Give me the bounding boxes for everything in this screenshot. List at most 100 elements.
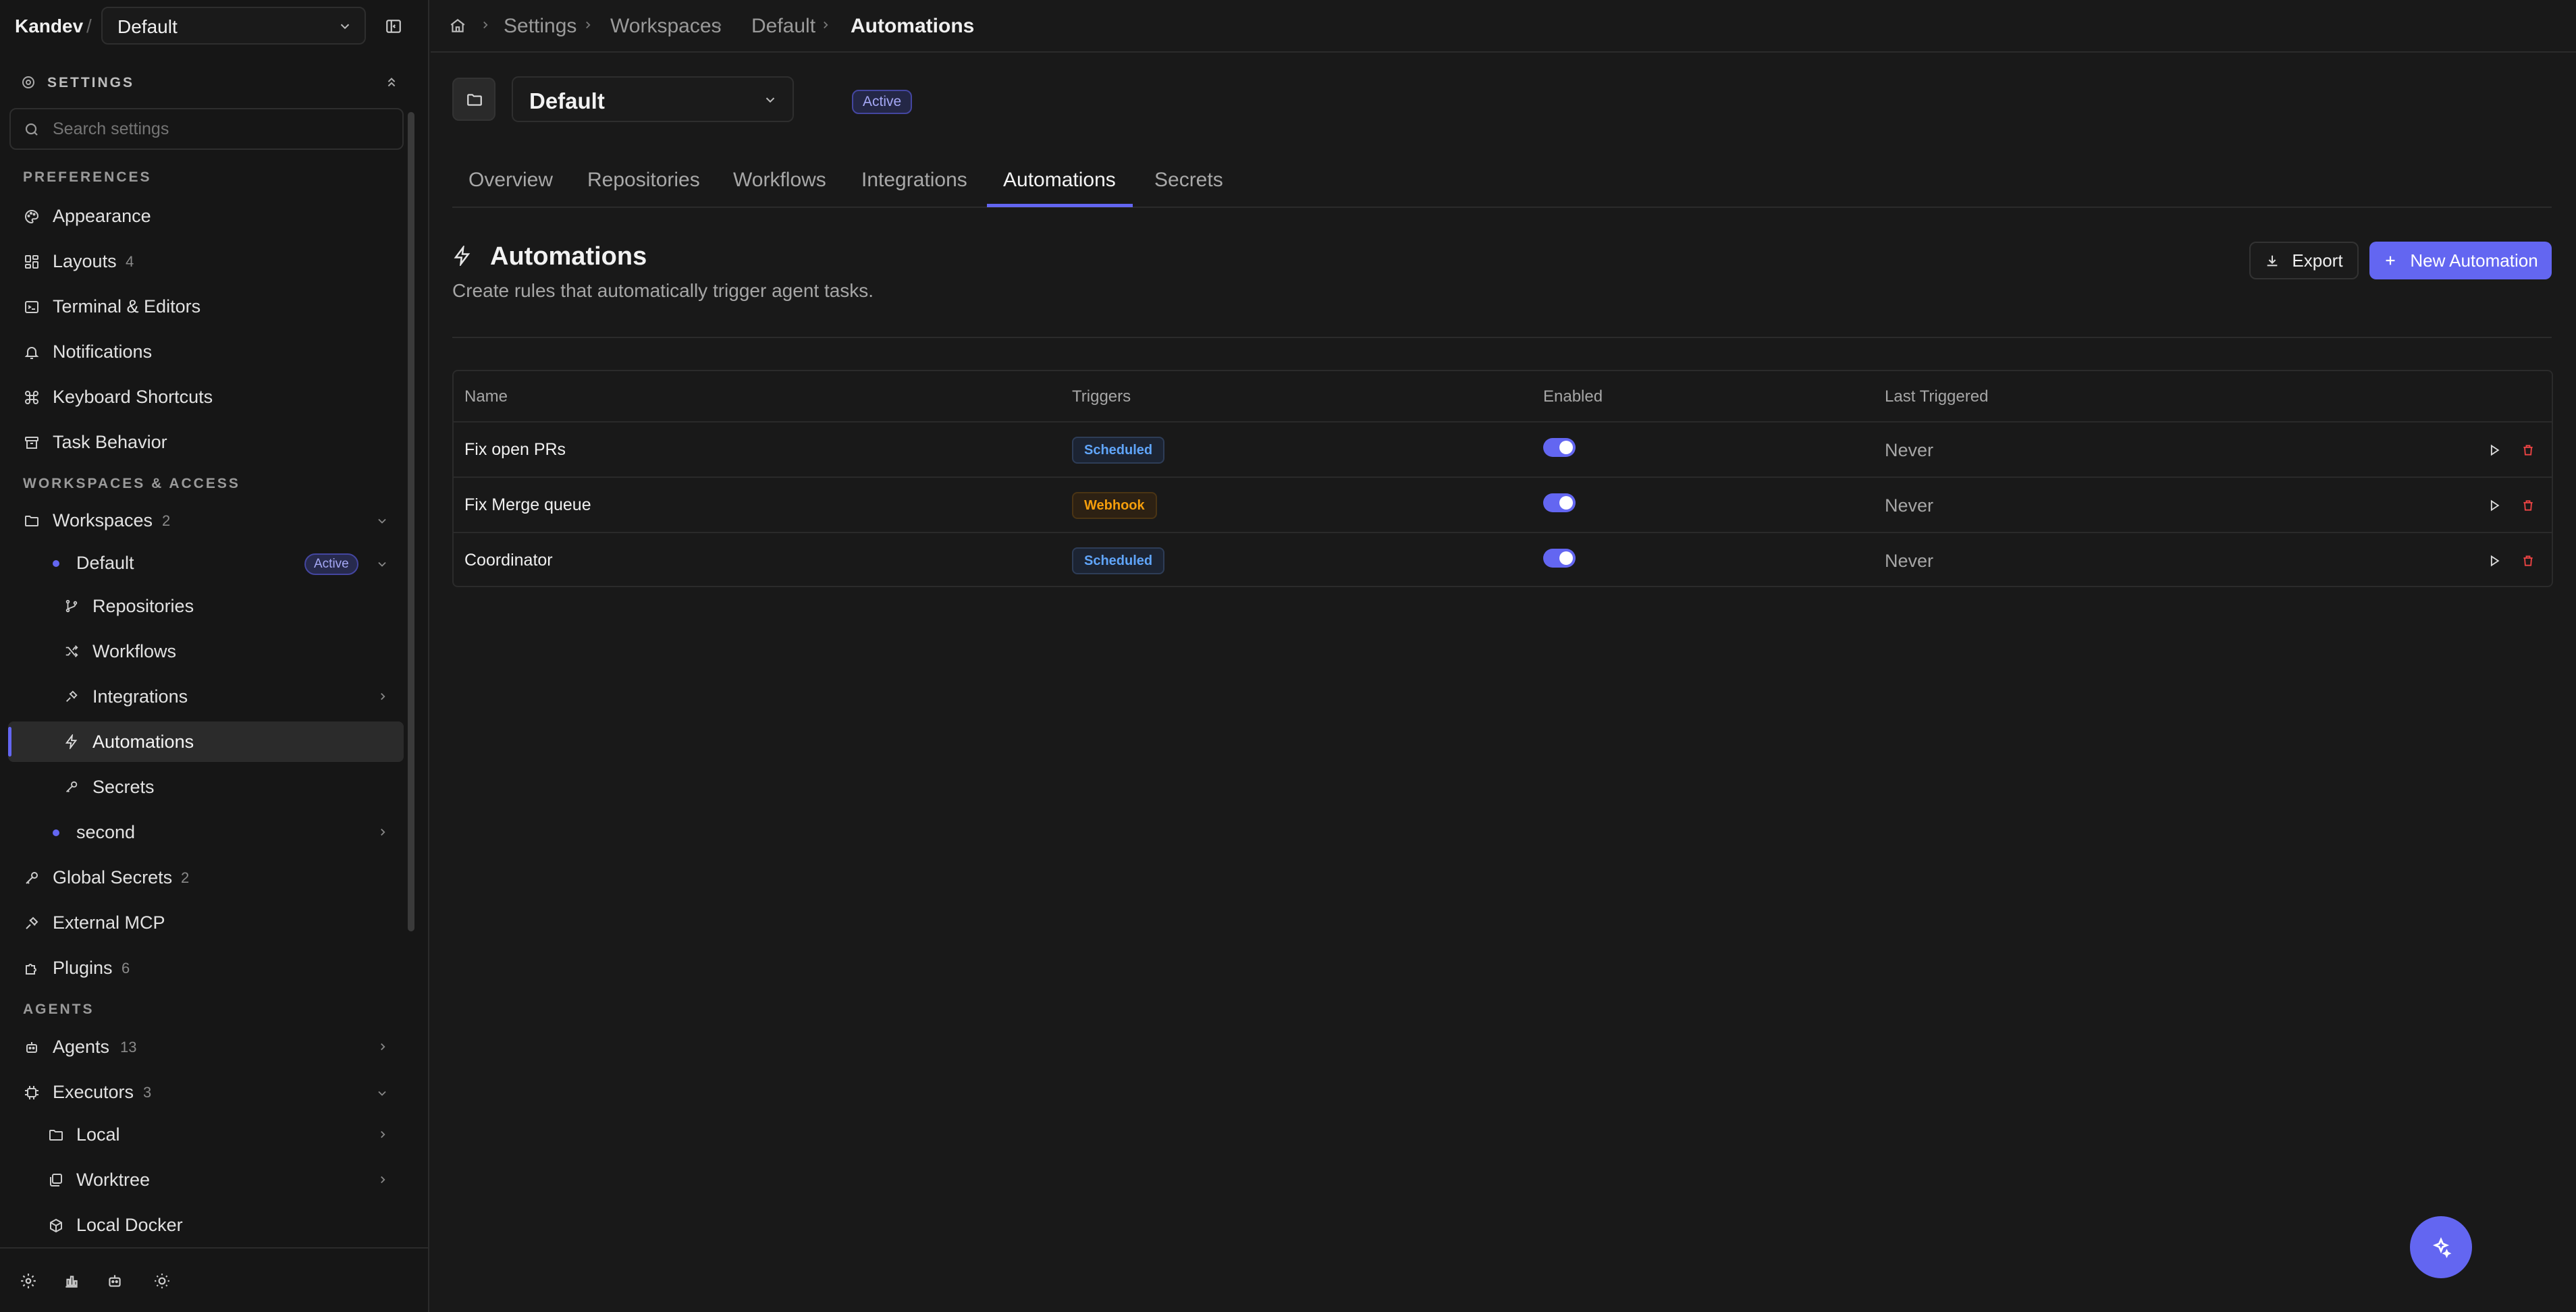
breadcrumb-current: Automations [851, 15, 975, 37]
enabled-toggle[interactable] [1543, 438, 1576, 457]
tab-workflows[interactable]: Workflows [733, 169, 826, 192]
sidebar-item-label: Repositories [92, 596, 194, 616]
trash-icon[interactable] [2519, 497, 2537, 514]
key-icon [62, 777, 81, 796]
workspace-status-badge: Active [852, 90, 913, 114]
plug-icon [62, 687, 81, 706]
sidebar-scrollbar[interactable] [408, 112, 414, 931]
settings-search[interactable] [9, 108, 404, 150]
section-preferences: PREFERENCES [23, 169, 152, 185]
sidebar-item-label: Agents [53, 1037, 110, 1057]
main-content: Settings Workspaces Default Automations … [431, 0, 2576, 1312]
chevron-down-icon[interactable] [375, 557, 389, 571]
sparkles-icon [2430, 1236, 2452, 1259]
section-agents: AGENTS [23, 1002, 95, 1017]
home-icon[interactable] [447, 15, 468, 36]
sidebar-item-label: Global Secrets [53, 867, 173, 887]
chevron-down-icon[interactable] [375, 514, 389, 528]
play-icon[interactable] [2486, 497, 2503, 514]
breadcrumb-settings[interactable]: Settings [504, 16, 576, 36]
table-row[interactable]: Fix Merge queue Webhook Never [454, 476, 2552, 532]
chevron-right-icon [478, 18, 493, 32]
item-count: 13 [120, 1039, 137, 1056]
sidebar-item-label: Keyboard Shortcuts [53, 387, 213, 407]
folder-icon [464, 90, 485, 110]
layout-icon [22, 252, 42, 272]
sidebar-item-label: External MCP [53, 912, 165, 933]
table-row[interactable]: Coordinator Scheduled Never [454, 532, 2552, 587]
tab-integrations[interactable]: Integrations [861, 169, 967, 192]
sun-icon[interactable] [151, 1270, 173, 1292]
workspace-folder-button[interactable] [452, 78, 495, 121]
trash-icon[interactable] [2519, 552, 2537, 570]
enabled-toggle[interactable] [1543, 493, 1576, 512]
chevron-right-icon[interactable] [377, 1041, 389, 1053]
new-automation-label: New Automation [2410, 250, 2538, 271]
puzzle-icon [22, 958, 42, 979]
search-input[interactable] [53, 116, 390, 142]
table-row[interactable]: Fix open PRs Scheduled Never [454, 421, 2552, 476]
tab-secrets[interactable]: Secrets [1154, 169, 1223, 192]
tab-repositories[interactable]: Repositories [587, 169, 700, 192]
breadcrumb-default[interactable]: Default [751, 16, 815, 36]
folder-icon [46, 1125, 66, 1145]
breadcrumb-workspaces[interactable]: Workspaces [610, 16, 722, 36]
active-indicator [8, 727, 11, 757]
bot-icon[interactable] [104, 1270, 126, 1292]
trash-icon[interactable] [2519, 441, 2537, 459]
workspace-name-select[interactable]: Default [512, 76, 794, 122]
tab-overview[interactable]: Overview [468, 169, 553, 192]
chevron-right-icon[interactable] [377, 690, 389, 703]
sidebar-item-label: Local [76, 1124, 120, 1145]
sidebar-item-label: Integrations [92, 686, 188, 707]
workspace-dot [53, 829, 59, 836]
ai-assistant-button[interactable] [2410, 1216, 2472, 1278]
header-name: Name [464, 387, 508, 406]
sidebar-item-automations[interactable]: Automations [8, 721, 404, 762]
enabled-toggle[interactable] [1543, 549, 1576, 568]
shuffle-icon [62, 642, 81, 661]
settings-gear-icon[interactable] [18, 1270, 39, 1292]
chevron-right-icon[interactable] [377, 826, 389, 838]
chevron-right-icon[interactable] [377, 1128, 389, 1141]
palette-icon [22, 207, 42, 227]
collapse-all-icon[interactable] [382, 73, 401, 92]
new-automation-button[interactable]: New Automation [2369, 242, 2552, 279]
item-count: 6 [122, 960, 130, 977]
chevron-down-icon [761, 91, 779, 109]
sidebar-item-label: Secrets [92, 777, 155, 797]
workspace-select[interactable]: Default [101, 7, 366, 45]
chevron-right-icon[interactable] [377, 1174, 389, 1186]
sidebar-item-label: Local Docker [76, 1215, 183, 1235]
automations-table: Name Triggers Enabled Last Triggered Fix… [452, 370, 2553, 587]
layers-icon [46, 1170, 66, 1191]
tab-automations[interactable]: Automations [1003, 169, 1116, 192]
bell-icon [22, 342, 42, 362]
automation-name: Coordinator [464, 551, 553, 570]
sidebar-toggle-icon[interactable] [383, 16, 404, 36]
play-icon[interactable] [2486, 441, 2503, 459]
cpu-icon [22, 1083, 42, 1103]
section-workspaces: WORKSPACES & ACCESS [23, 476, 240, 491]
workspace-name: Default [529, 88, 605, 113]
brand-logo[interactable]: Kandev [15, 17, 83, 36]
sidebar-item-label: second [76, 822, 136, 842]
header-last-triggered: Last Triggered [1885, 387, 1989, 406]
chart-icon[interactable] [61, 1270, 82, 1292]
trigger-badge: Scheduled [1072, 547, 1165, 574]
plus-icon [2383, 253, 2398, 268]
plug-icon [22, 913, 42, 933]
breadcrumb: Settings Workspaces Default Automations [431, 0, 2576, 53]
export-label: Export [2292, 250, 2343, 271]
play-icon[interactable] [2486, 552, 2503, 570]
footer-divider [0, 1247, 429, 1249]
page-title: Automations [490, 242, 647, 271]
export-button[interactable]: Export [2249, 242, 2359, 279]
trigger-badge: Scheduled [1072, 437, 1165, 464]
command-icon [22, 387, 42, 408]
chevron-down-icon[interactable] [375, 1087, 389, 1100]
download-icon [2265, 253, 2280, 268]
last-triggered: Never [1885, 495, 1934, 516]
sidebar-item-label: Plugins [53, 958, 113, 978]
bot-icon [22, 1037, 42, 1058]
